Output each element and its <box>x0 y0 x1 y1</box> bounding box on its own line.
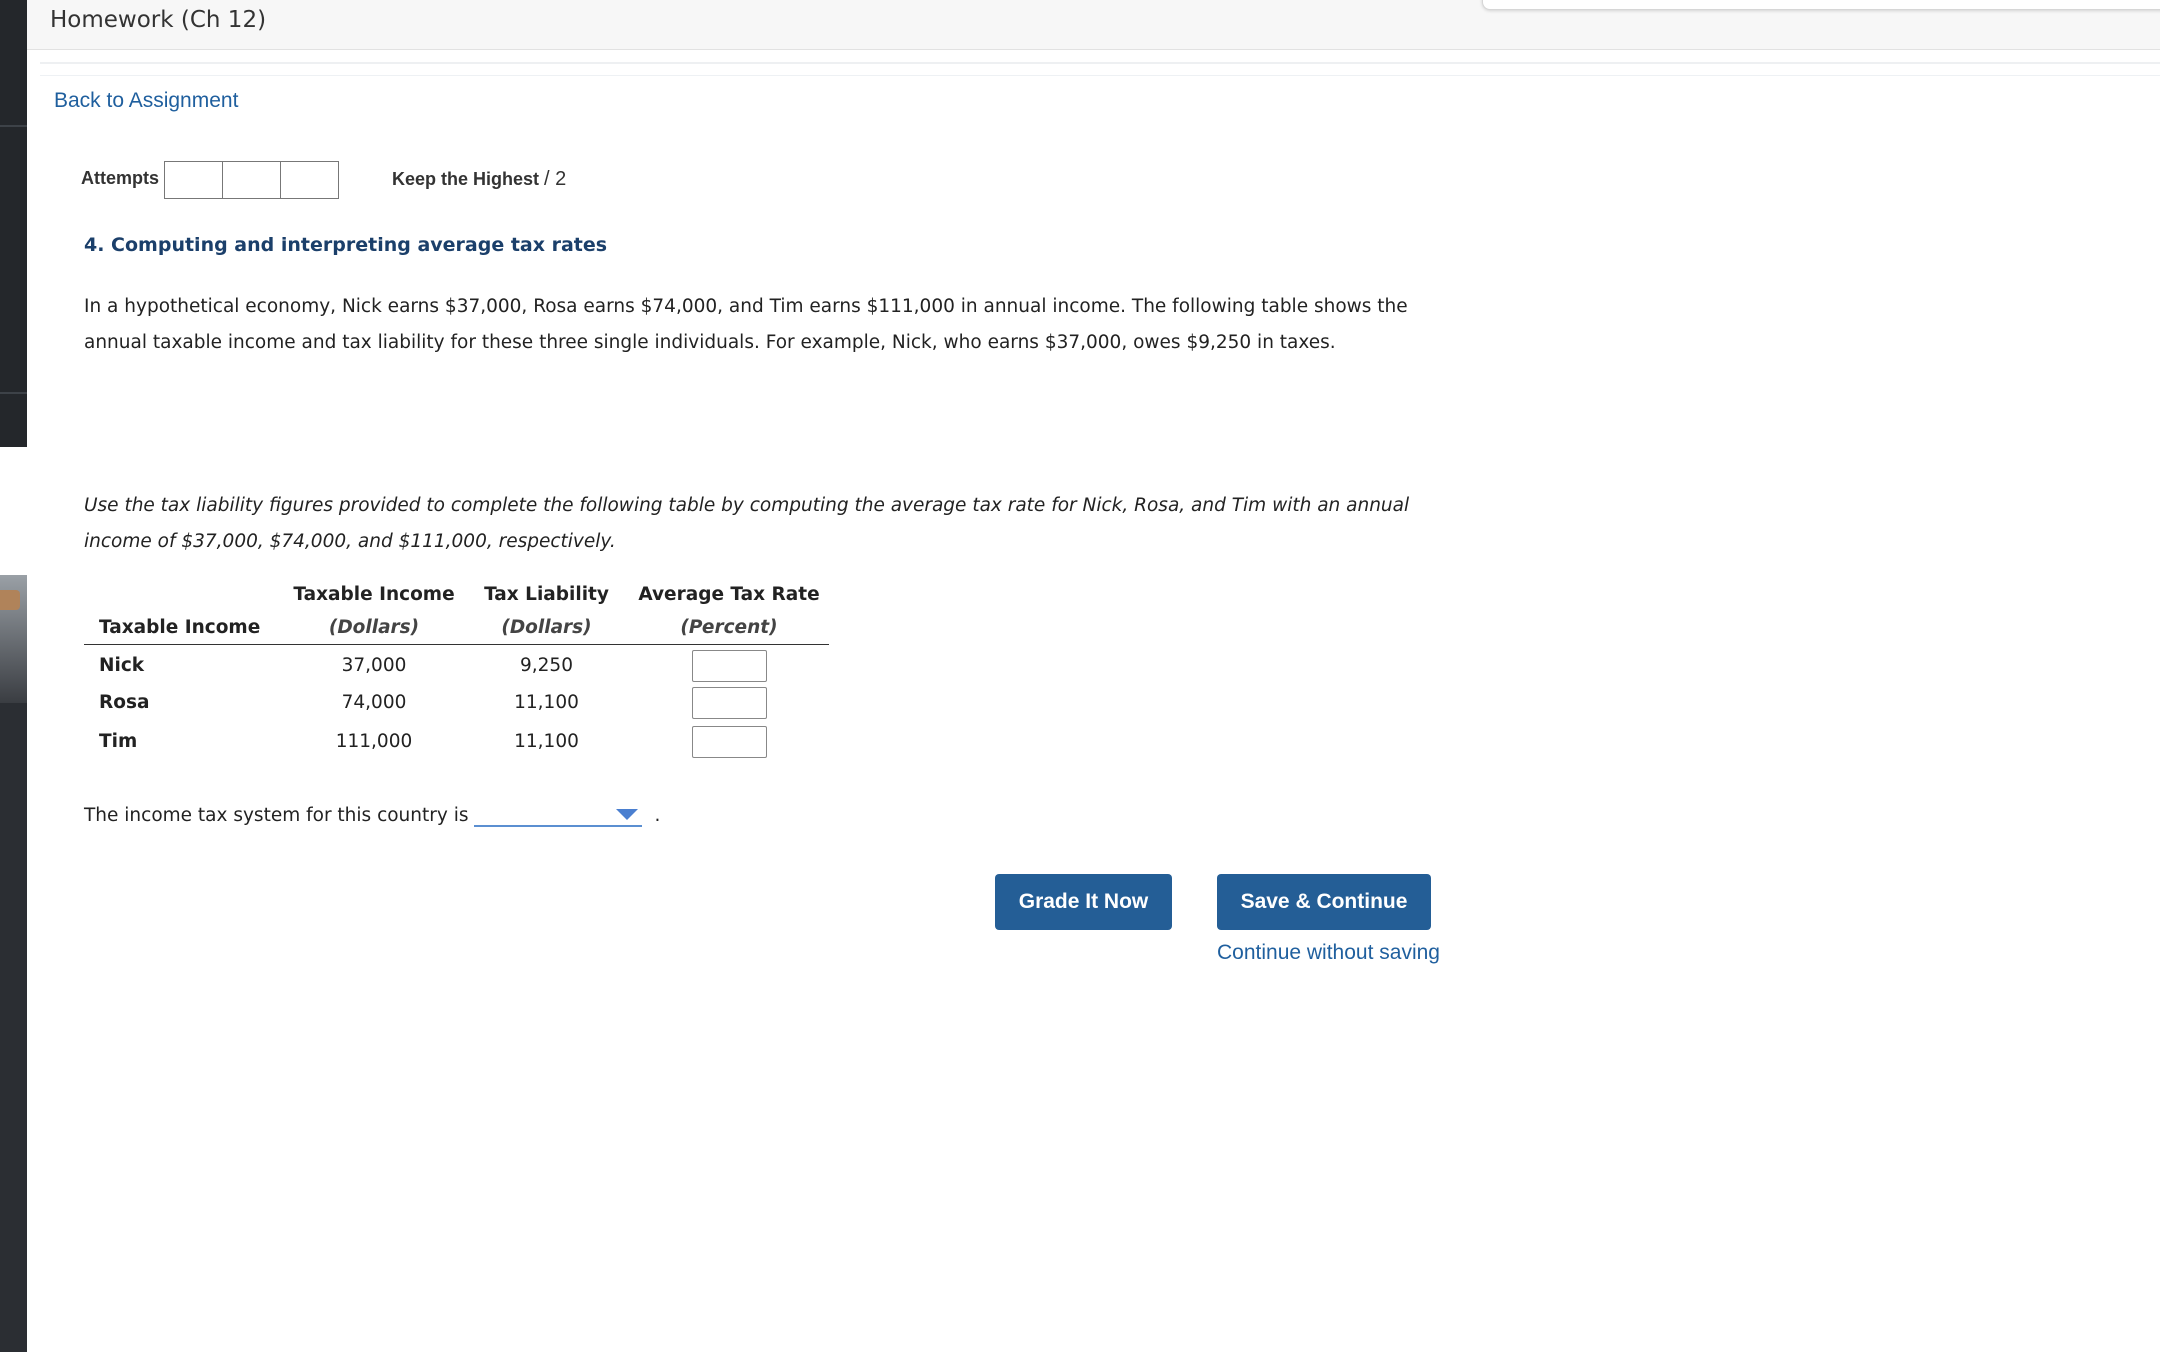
table-header-unit: (Percent) <box>629 611 829 645</box>
table-row: Tim 111,000 11,100 <box>84 722 829 761</box>
row-liability: 11,100 <box>514 692 579 713</box>
attempt-box <box>280 161 339 199</box>
sidebar-divider <box>0 125 27 127</box>
row-name: Rosa <box>99 692 150 713</box>
header-divider <box>40 62 2160 64</box>
grade-it-now-button[interactable]: Grade It Now <box>995 874 1172 930</box>
question-intro: In a hypothetical economy, Nick earns $3… <box>84 296 1408 353</box>
attempt-box <box>222 161 281 199</box>
left-sidebar-strip <box>0 0 27 1352</box>
table-header-rate: Average Tax Rate <box>638 584 820 605</box>
sidebar-tab-handle[interactable] <box>0 590 20 610</box>
average-tax-rate-input[interactable] <box>691 649 767 682</box>
save-and-continue-button[interactable]: Save & Continue <box>1217 874 1431 930</box>
conclusion-sentence: The income tax system for this country i… <box>84 803 660 827</box>
sidebar-divider <box>0 392 27 394</box>
table-header-liability: Tax Liability <box>484 584 609 605</box>
chevron-down-icon <box>616 809 639 820</box>
average-tax-rate-input[interactable] <box>691 725 767 758</box>
row-rate-cell <box>629 644 829 683</box>
row-income: 37,000 <box>341 655 407 677</box>
row-rate-cell <box>629 722 829 761</box>
sentence-period: . <box>654 804 661 826</box>
row-liability: 11,100 <box>514 731 579 752</box>
page-header: Homework (Ch 12) <box>27 0 2160 50</box>
row-name: Nick <box>99 655 145 677</box>
continue-without-saving-link[interactable]: Continue without saving <box>1217 941 1440 965</box>
table-header-unit: (Dollars) <box>284 611 464 645</box>
table-header-row: Taxable Income Tax Liability Average Tax… <box>84 578 829 611</box>
table-header-income: Taxable Income <box>293 584 455 605</box>
row-income: 111,000 <box>335 731 413 752</box>
attempts-indicator <box>164 161 339 199</box>
table-header-unit: (Dollars) <box>464 611 629 645</box>
back-to-assignment-link[interactable]: Back to Assignment <box>54 89 238 113</box>
row-liability: 9,250 <box>520 655 573 677</box>
row-name: Tim <box>99 731 138 752</box>
table-header-taxable-income: Taxable Income <box>84 611 284 645</box>
table-header-row: Taxable Income (Dollars) (Dollars) (Perc… <box>84 611 829 645</box>
table-header-cell <box>84 578 284 611</box>
question-instructions: Use the tax liability figures provided t… <box>84 495 1410 552</box>
row-income: 74,000 <box>341 692 407 713</box>
question-title: 4. Computing and interpreting average ta… <box>84 234 608 256</box>
table-row: Rosa 74,000 11,100 <box>84 683 829 722</box>
tax-system-dropdown[interactable] <box>474 803 643 827</box>
table-row: Nick 37,000 9,250 <box>84 644 829 683</box>
sidebar-upper <box>0 0 27 447</box>
keep-highest-value: / 2 <box>544 168 567 190</box>
tax-rate-table: Taxable Income Tax Liability Average Tax… <box>84 578 829 761</box>
keep-highest-text: Keep the Highest <box>392 169 540 189</box>
row-rate-cell <box>629 683 829 722</box>
attempt-box <box>164 161 223 199</box>
header-divider <box>40 75 2160 76</box>
header-dropdown-panel <box>1482 0 2160 10</box>
keep-highest-label: Keep the Highest / 2 <box>392 168 566 191</box>
attempts-label: Attempts <box>81 168 160 188</box>
conclusion-text: The income tax system for this country i… <box>84 804 469 826</box>
page-title: Homework (Ch 12) <box>50 7 267 33</box>
sidebar-gap <box>0 447 27 575</box>
average-tax-rate-input[interactable] <box>691 686 767 719</box>
